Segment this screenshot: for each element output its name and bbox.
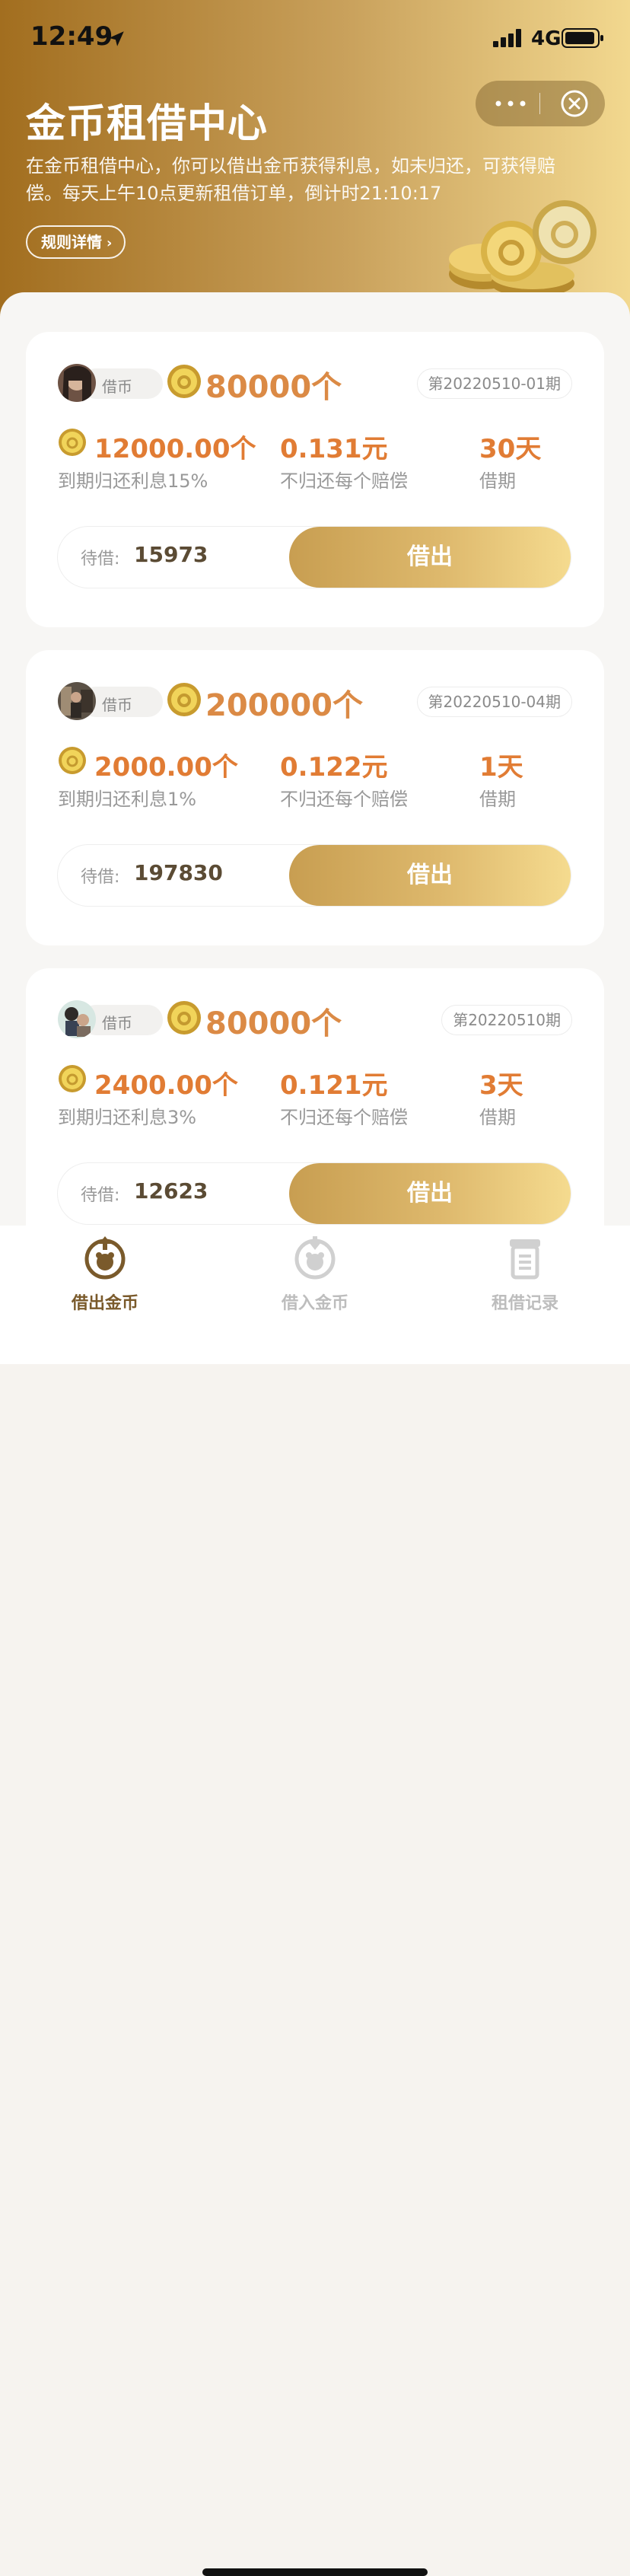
interest-value: 2400.00个 [94, 1070, 238, 1101]
tab-borrow-coins[interactable]: 借入金币 [210, 1226, 420, 1317]
pending-value: 12623 [134, 1178, 208, 1204]
mini-program-capsule[interactable] [476, 81, 605, 126]
avatar [58, 1000, 96, 1038]
term-value: 30天 [479, 434, 542, 464]
coin-icon [59, 1065, 86, 1092]
pending-value: 15973 [134, 542, 208, 567]
tab-label: 租借记录 [491, 1294, 558, 1313]
lend-button[interactable]: 借出 [289, 1163, 571, 1224]
location-arrow-icon [109, 31, 124, 46]
term-value: 1天 [479, 752, 523, 783]
interest-value: 2000.00个 [94, 752, 238, 783]
tag-label: 借币 [102, 1014, 132, 1032]
interest-label: 到期归还利息15% [58, 470, 208, 492]
status-bar: 12:49 4G [0, 0, 630, 76]
capsule-divider [539, 93, 540, 114]
loan-amount: 200000个 [205, 688, 363, 723]
bottom-tab-bar: 借出金币 借入金币 租借记录 [0, 1226, 630, 2576]
period-badge: 第20220510-04期 [416, 687, 572, 717]
pending-label: 待借: [81, 1186, 120, 1205]
chevron-right-icon: › [107, 235, 113, 251]
home-indicator [202, 2568, 428, 2576]
compensation-label: 不归还每个赔偿 [280, 789, 408, 810]
borrow-bar: 待借: 15973 借出 [58, 527, 571, 588]
pending-label: 待借: [81, 550, 120, 569]
coin-icon [167, 1001, 201, 1035]
compensation-label: 不归还每个赔偿 [280, 470, 408, 492]
tab-label: 借出金币 [71, 1294, 138, 1313]
tab-label: 借入金币 [281, 1294, 348, 1313]
page-title: 金币租借中心 [26, 101, 269, 147]
loan-card: 借币 80000个 第20220510-01期 12000.00个 到期归还利息… [26, 332, 604, 627]
content-sheet: 借币 80000个 第20220510-01期 12000.00个 到期归还利息… [0, 292, 630, 1290]
avatar [58, 364, 96, 402]
tag-label: 借币 [102, 696, 132, 714]
term-label: 借期 [479, 470, 516, 492]
gold-coins-illustration [449, 200, 597, 297]
coin-icon [59, 747, 86, 774]
borrow-coins-icon [294, 1236, 336, 1280]
status-time: 12:49 [30, 21, 113, 52]
period-badge: 第20220510-01期 [416, 368, 572, 399]
term-label: 借期 [479, 789, 516, 810]
loan-card: 借币 80000个 第20220510期 2400.00个 到期归还利息3% 0… [26, 968, 604, 1264]
lend-button[interactable]: 借出 [289, 845, 571, 906]
battery-icon [562, 28, 603, 48]
tag-label: 借币 [102, 378, 132, 396]
rules-details-label: 规则详情 [41, 233, 102, 251]
compensation-value: 0.131元 [280, 434, 388, 464]
lend-coins-icon [84, 1236, 126, 1280]
avatar [58, 682, 96, 720]
loan-amount: 80000个 [205, 370, 342, 405]
interest-label: 到期归还利息1% [58, 789, 197, 810]
more-icon[interactable] [492, 94, 529, 113]
loan-card: 借币 200000个 第20220510-04期 2000.00个 到期归还利息… [26, 650, 604, 945]
rules-details-button[interactable]: 规则详情 › [26, 225, 126, 259]
tab-lend-coins[interactable]: 借出金币 [0, 1226, 210, 1317]
interest-label: 到期归还利息3% [58, 1107, 197, 1128]
tab-records[interactable]: 租借记录 [420, 1226, 630, 1317]
loan-amount: 80000个 [205, 1006, 342, 1041]
period-badge: 第20220510期 [441, 1005, 572, 1035]
network-label: 4G [531, 27, 562, 50]
compensation-value: 0.121元 [280, 1070, 388, 1101]
compensation-label: 不归还每个赔偿 [280, 1107, 408, 1128]
coin-icon [167, 683, 201, 716]
signal-icon [493, 29, 521, 47]
coin-icon [59, 429, 86, 456]
term-value: 3天 [479, 1070, 523, 1101]
lend-button[interactable]: 借出 [289, 527, 571, 588]
coin-icon [167, 365, 201, 398]
records-icon [510, 1239, 540, 1280]
compensation-value: 0.122元 [280, 752, 388, 783]
borrow-bar: 待借: 197830 借出 [58, 845, 571, 906]
pending-label: 待借: [81, 868, 120, 887]
close-icon[interactable] [559, 88, 590, 119]
borrow-bar: 待借: 12623 借出 [58, 1163, 571, 1224]
pending-value: 197830 [134, 860, 223, 885]
term-label: 借期 [479, 1107, 516, 1128]
interest-value: 12000.00个 [94, 434, 256, 464]
